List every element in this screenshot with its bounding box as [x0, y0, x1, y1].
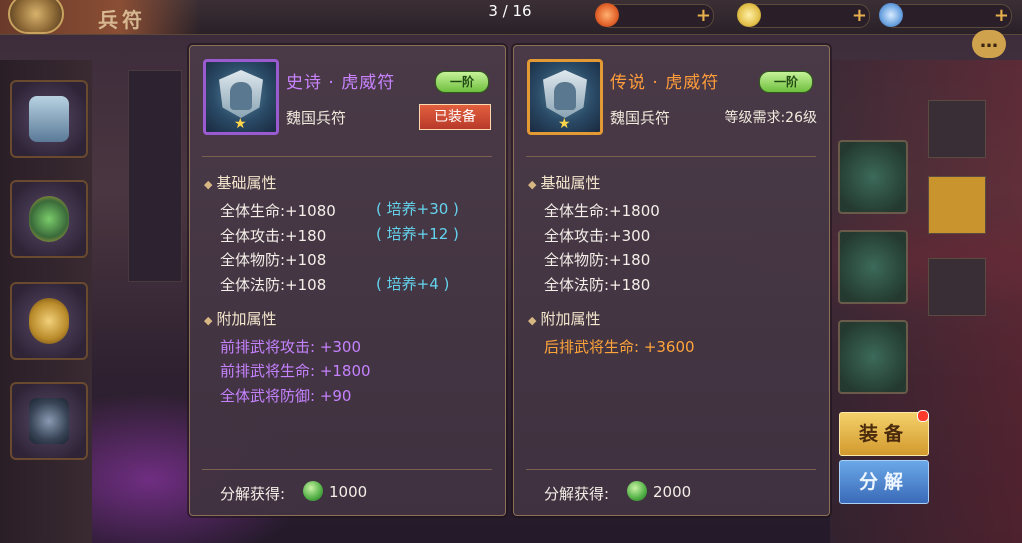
- tier-badge: 一阶: [435, 71, 489, 93]
- stat-line: 全体生命:+1800: [544, 202, 660, 220]
- page-indicator: 3 / 16: [488, 2, 532, 20]
- level-requirement: 等级需求:26级: [724, 110, 817, 126]
- chat-button[interactable]: …: [972, 30, 1006, 58]
- inventory-slot[interactable]: [838, 140, 908, 214]
- jade-coin-icon: [303, 481, 323, 501]
- tab-1[interactable]: [928, 100, 986, 158]
- resource-crystal: +: [879, 3, 1012, 28]
- stat-line: 全体攻击:+300: [544, 227, 651, 245]
- stat-line: 全体法防:+180: [544, 276, 651, 294]
- base-stats-heading: ◆ 基础属性: [528, 174, 601, 192]
- stat-line: 全体法防:+108: [220, 276, 327, 294]
- screen-title: 兵符: [98, 8, 146, 32]
- resource-gold: +: [737, 3, 870, 28]
- equipped-tag: 已装备: [419, 104, 491, 130]
- salvage-value: 2000: [653, 483, 692, 501]
- tier-badge: 一阶: [759, 71, 813, 93]
- notification-dot-icon: [917, 410, 929, 422]
- tiger-icon: [554, 82, 576, 110]
- title-tab: 兵符: [0, 0, 200, 34]
- item-name: 史诗 · 虎威符: [286, 73, 396, 93]
- extra-stats-heading: ◆ 附加属性: [204, 310, 277, 328]
- add-resource-icon[interactable]: +: [852, 5, 867, 26]
- inventory-slot[interactable]: [838, 230, 908, 304]
- training-bonus: ( 培养+30 ): [376, 200, 459, 218]
- token-icon: [29, 298, 69, 344]
- divider: [202, 469, 492, 470]
- equipped-item-panel: ★ 史诗 · 虎威符 一阶 魏国兵符 已装备 ◆ 基础属性 全体生命:+1080 …: [189, 45, 506, 516]
- bonus-line: 后排武将生命: +3600: [544, 338, 695, 356]
- star-icon: ★: [234, 116, 247, 132]
- stat-line: 全体物防:+108: [220, 251, 327, 269]
- add-resource-icon[interactable]: +: [994, 5, 1009, 26]
- resource-fire: +: [595, 3, 714, 28]
- stat-line: 全体物防:+180: [544, 251, 651, 269]
- item-icon: ★: [203, 59, 279, 135]
- jade-coin-icon: [627, 481, 647, 501]
- base-stats-heading: ◆ 基础属性: [204, 174, 277, 192]
- training-bonus: ( 培养+4 ): [376, 275, 450, 293]
- equipment-slot[interactable]: [10, 80, 88, 158]
- diamond-icon: ◆: [204, 314, 213, 327]
- item-icon: ★: [527, 59, 603, 135]
- equip-button[interactable]: 装备: [839, 412, 929, 456]
- bonus-line: 全体武将防御: +90: [220, 387, 352, 405]
- side-panel: [128, 70, 182, 282]
- salvage-value: 1000: [329, 483, 368, 501]
- stat-line: 全体生命:+1080: [220, 202, 336, 220]
- bonus-line: 前排武将生命: +1800: [220, 362, 371, 380]
- diamond-icon: ◆: [204, 178, 213, 191]
- star-icon: ★: [558, 116, 571, 132]
- back-emblem-icon[interactable]: [8, 0, 64, 34]
- token-icon: [29, 398, 69, 444]
- item-subtype: 魏国兵符: [610, 109, 671, 127]
- equipment-slot[interactable]: [10, 282, 88, 360]
- diamond-icon: ◆: [528, 314, 537, 327]
- token-icon: [29, 196, 69, 242]
- inventory-slot[interactable]: [838, 320, 908, 394]
- extra-stats-heading: ◆ 附加属性: [528, 310, 601, 328]
- tab-2[interactable]: [928, 176, 986, 234]
- tab-3[interactable]: [928, 258, 986, 316]
- salvage-button[interactable]: 分解: [839, 460, 929, 504]
- equipment-slot[interactable]: [10, 382, 88, 460]
- crystal-icon: [879, 3, 903, 27]
- item-name: 传说 · 虎威符: [610, 73, 720, 93]
- fire-gem-icon: [595, 3, 619, 27]
- stat-line: 全体攻击:+180: [220, 227, 327, 245]
- gold-ingot-icon: [737, 3, 761, 27]
- token-icon: [29, 96, 69, 142]
- salvage-label: 分解获得:: [220, 485, 286, 503]
- add-resource-icon[interactable]: +: [696, 5, 711, 26]
- divider: [526, 469, 816, 470]
- bonus-line: 前排武将攻击: +300: [220, 338, 362, 356]
- equipment-slot[interactable]: [10, 180, 88, 258]
- tiger-icon: [230, 82, 252, 110]
- diamond-icon: ◆: [528, 178, 537, 191]
- left-slot-rail: [0, 60, 92, 543]
- divider: [202, 156, 492, 157]
- training-bonus: ( 培养+12 ): [376, 225, 459, 243]
- divider: [526, 156, 816, 157]
- salvage-label: 分解获得:: [544, 485, 610, 503]
- selected-item-panel: ★ 传说 · 虎威符 一阶 魏国兵符 等级需求:26级 ◆ 基础属性 全体生命:+…: [513, 45, 830, 516]
- item-subtype: 魏国兵符: [286, 109, 347, 127]
- top-bar: 兵符 3 / 16 + + +: [0, 0, 1022, 35]
